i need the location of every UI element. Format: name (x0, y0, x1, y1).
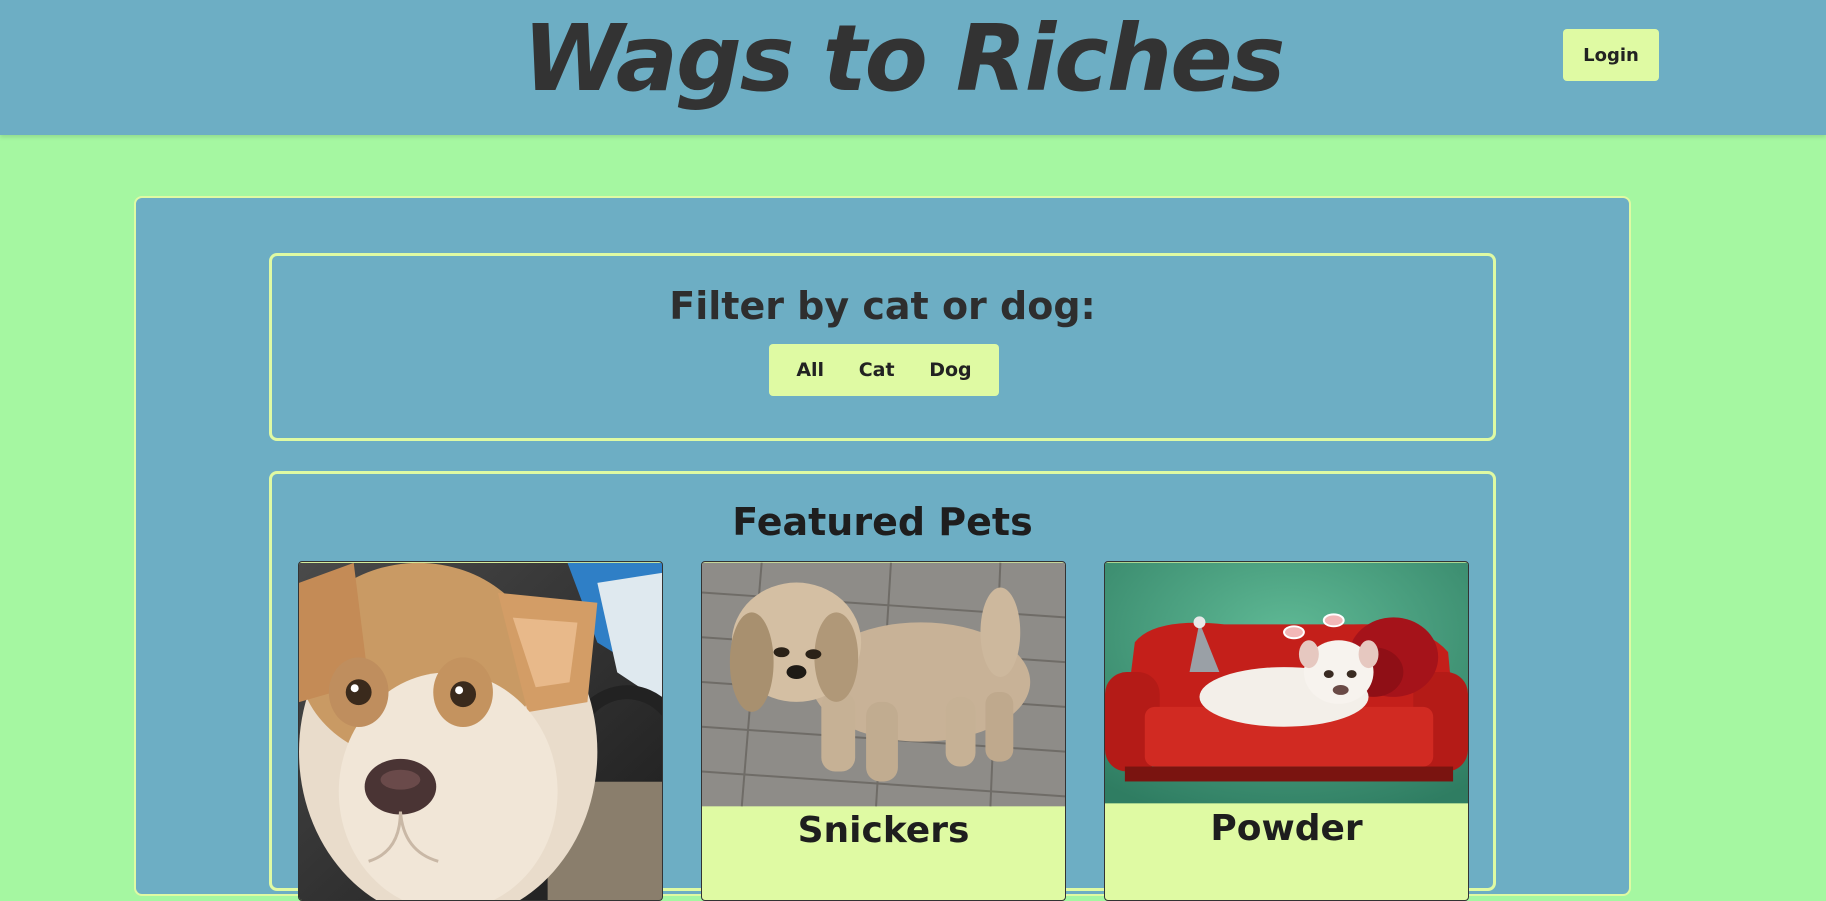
filter-button-group: All Cat Dog (769, 344, 999, 396)
filter-dog-button[interactable]: Dog (921, 353, 979, 387)
site-header: Wags to Riches Login (0, 0, 1826, 135)
pet-name: Powder (1210, 808, 1363, 849)
login-button[interactable]: Login (1563, 29, 1659, 81)
pet-card[interactable]: Snickers (701, 561, 1066, 901)
filter-section: Filter by cat or dog: All Cat Dog (269, 253, 1496, 441)
puppy-photo (299, 562, 662, 900)
filter-cat-button[interactable]: Cat (851, 353, 903, 387)
featured-pets-section: Featured Pets Snickers Powder (269, 471, 1496, 901)
site-title: Wags to Riches (522, 5, 1286, 112)
filter-all-button[interactable]: All (788, 353, 832, 387)
pet-name: Snickers (797, 810, 970, 851)
featured-title: Featured Pets (732, 500, 1033, 544)
pet-card[interactable] (298, 561, 663, 901)
filter-title: Filter by cat or dog: (669, 284, 1096, 328)
dog-on-red-couch-photo (1105, 562, 1468, 804)
pet-card[interactable]: Powder (1104, 561, 1469, 901)
shih-tzu-photo (702, 562, 1065, 807)
